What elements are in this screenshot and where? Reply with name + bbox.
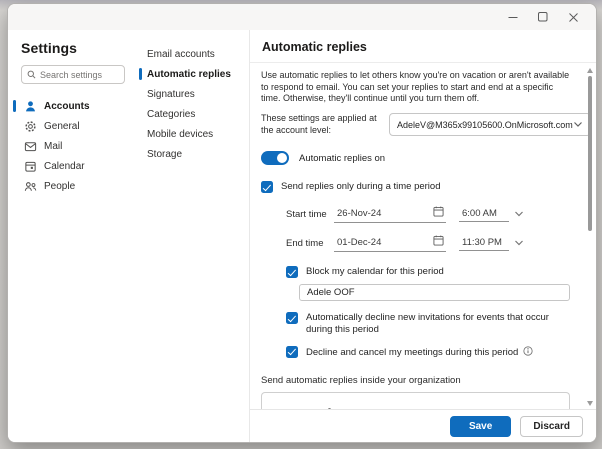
format-painter-icon[interactable] xyxy=(270,407,289,409)
sidebar-item-calendar[interactable]: Calendar xyxy=(8,156,135,176)
account-scope-row: These settings are applied at the accoun… xyxy=(261,113,591,137)
sidebar-item-accounts[interactable]: Accounts xyxy=(8,96,135,116)
end-date-input[interactable]: 01-Dec-24 xyxy=(334,234,446,253)
time-period-row: Send replies only during a time period xyxy=(261,181,570,194)
settings-title: Settings xyxy=(21,40,78,56)
end-time-row: End time 01-Dec-24 11:30 PM xyxy=(286,234,570,253)
sidebar-item-people[interactable]: People xyxy=(8,176,135,196)
settings-sidebar: Settings Accounts Genera xyxy=(8,30,135,442)
start-date-input[interactable]: 26-Nov-24 xyxy=(334,205,446,224)
toggle-label: Automatic replies on xyxy=(299,152,386,164)
settings-dialog: Settings Accounts Genera xyxy=(7,3,597,443)
time-period-checkbox[interactable] xyxy=(261,181,273,194)
font-size-icon[interactable]: A xyxy=(314,407,333,409)
nav-item-mobile-devices[interactable]: Mobile devices xyxy=(135,124,249,144)
vertical-scrollbar[interactable] xyxy=(586,67,594,407)
start-time-value: 6:00 AM xyxy=(462,207,497,219)
reply-editor[interactable]: Aa A B I U A xyxy=(261,391,570,410)
end-time-input[interactable]: 11:30 PM xyxy=(459,236,509,251)
nav-item-automatic-replies[interactable]: Automatic replies xyxy=(135,64,249,84)
start-time-row: Start time 26-Nov-24 6:00 AM xyxy=(286,205,570,224)
search-icon xyxy=(27,66,36,84)
bullet-list-icon[interactable] xyxy=(474,407,493,409)
scroll-up-arrow-icon[interactable] xyxy=(587,68,593,73)
account-dropdown[interactable]: AdeleV@M365x99105600.OnMicrosoft.com xyxy=(389,113,591,137)
calendar-icon xyxy=(23,159,37,173)
sidebar-item-label: General xyxy=(44,120,80,132)
sidebar-item-mail[interactable]: Mail xyxy=(8,136,135,156)
font-name-icon[interactable]: Aa xyxy=(292,407,311,410)
sidebar-item-general[interactable]: General xyxy=(8,116,135,136)
more-options-button[interactable]: ··· xyxy=(518,407,537,410)
chevron-down-icon xyxy=(573,120,583,130)
sidebar-item-label: People xyxy=(44,180,76,192)
decline-cancel-label: Decline and cancel my meetings during th… xyxy=(306,346,533,359)
block-calendar-row: Block my calendar for this period xyxy=(286,266,570,279)
start-time-input[interactable]: 6:00 AM xyxy=(459,207,509,222)
end-time-label: End time xyxy=(286,237,324,249)
scroll-down-arrow-icon[interactable] xyxy=(587,401,593,406)
decline-cancel-row: Decline and cancel my meetings during th… xyxy=(286,345,570,359)
end-time-chevron-icon[interactable] xyxy=(512,237,526,249)
block-calendar-label: Block my calendar for this period xyxy=(306,266,444,278)
action-bar: Save Discard xyxy=(250,409,596,442)
sidebar-item-label: Mail xyxy=(44,140,63,152)
settings-search-box[interactable] xyxy=(21,65,125,84)
description-text: Use automatic replies to let others know… xyxy=(261,70,570,104)
gear-icon xyxy=(23,119,37,133)
inside-org-label: Send automatic replies inside your organ… xyxy=(261,374,461,386)
end-date-value: 01-Dec-24 xyxy=(337,236,382,248)
page-title: Automatic replies xyxy=(250,30,596,63)
start-date-value: 26-Nov-24 xyxy=(337,207,382,219)
start-time-chevron-icon[interactable] xyxy=(512,208,526,220)
automatic-replies-panel: Automatic replies Use automatic replies … xyxy=(249,30,596,442)
font-color-button[interactable]: A xyxy=(438,407,457,409)
save-button[interactable]: Save xyxy=(449,415,512,437)
nav-item-email-accounts[interactable]: Email accounts xyxy=(135,44,249,64)
decline-invitations-label: Automatically decline new invitations fo… xyxy=(306,312,549,335)
nav-item-signatures[interactable]: Signatures xyxy=(135,84,249,104)
block-calendar-checkbox[interactable] xyxy=(286,266,298,279)
sidebar-nav: Accounts General Mail Calendar People xyxy=(8,96,135,196)
title-bar xyxy=(8,4,596,30)
start-time-label: Start time xyxy=(286,208,327,220)
decline-invitations-checkbox[interactable] xyxy=(286,312,298,325)
automatic-replies-toggle[interactable] xyxy=(261,151,289,166)
calendar-picker-icon[interactable] xyxy=(433,206,444,220)
accounts-section-nav: Email accounts Automatic replies Signatu… xyxy=(135,30,249,442)
decline-invitations-row: Automatically decline new invitations fo… xyxy=(286,312,570,336)
italic-button[interactable]: I xyxy=(358,407,377,409)
search-input[interactable] xyxy=(40,69,119,80)
time-period-label: Send replies only during a time period xyxy=(281,181,441,193)
calendar-picker-icon[interactable] xyxy=(433,235,444,249)
scrollbar-thumb[interactable] xyxy=(588,76,592,231)
account-scope-label: These settings are applied at the accoun… xyxy=(261,113,377,135)
bold-button[interactable]: B xyxy=(336,407,355,410)
block-title-input[interactable] xyxy=(299,284,570,302)
nav-item-storage[interactable]: Storage xyxy=(135,144,249,164)
numbered-list-icon[interactable] xyxy=(496,407,515,409)
highlight-button[interactable] xyxy=(402,407,421,409)
underline-button[interactable]: U xyxy=(380,407,399,410)
person-icon xyxy=(23,99,37,113)
mail-icon xyxy=(23,139,37,153)
settings-scroll-area: Use automatic replies to let others know… xyxy=(250,63,596,409)
people-icon xyxy=(23,179,37,193)
decline-cancel-checkbox[interactable] xyxy=(286,345,298,358)
end-time-value: 11:30 PM xyxy=(462,236,502,248)
nav-item-categories[interactable]: Categories xyxy=(135,104,249,124)
maximize-button[interactable] xyxy=(528,7,558,27)
close-button[interactable] xyxy=(558,7,588,27)
sidebar-item-label: Accounts xyxy=(44,100,90,112)
info-icon[interactable] xyxy=(523,346,533,356)
discard-button[interactable]: Discard xyxy=(520,415,583,437)
account-dropdown-value: AdeleV@M365x99105600.OnMicrosoft.com xyxy=(397,119,573,130)
sidebar-item-label: Calendar xyxy=(44,160,85,172)
minimize-button[interactable] xyxy=(498,7,528,27)
automatic-replies-toggle-row: Automatic replies on xyxy=(261,151,570,166)
